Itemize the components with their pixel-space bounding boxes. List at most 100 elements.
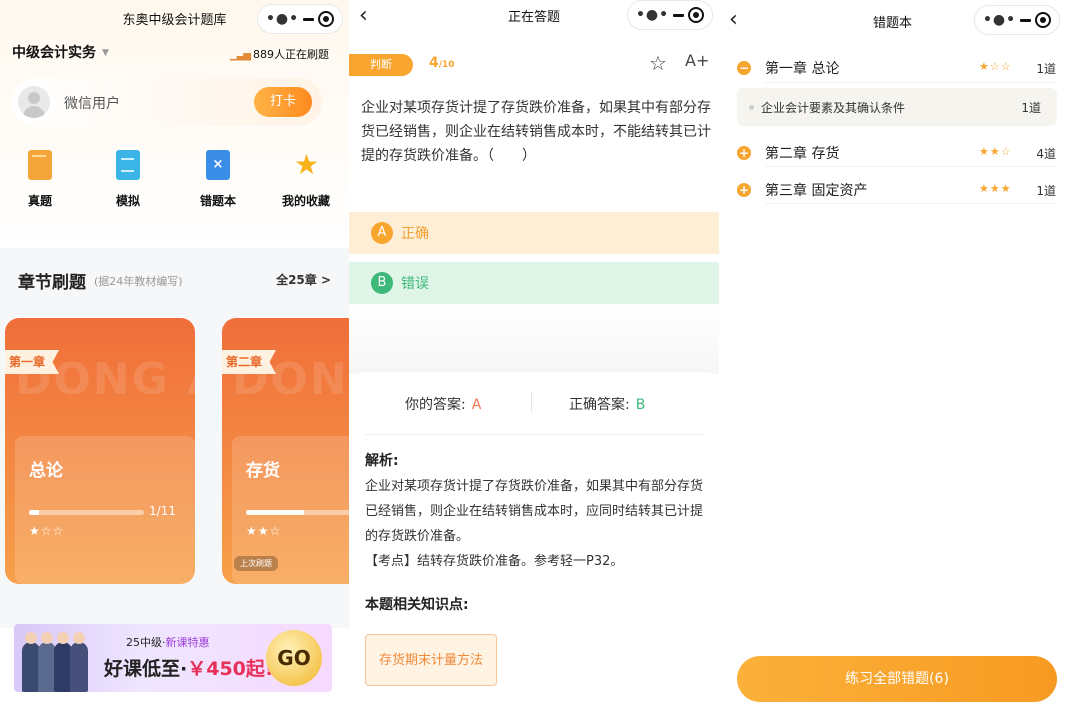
quick-action-label: 真题 xyxy=(27,194,52,208)
chapter-card[interactable]: DONG AO DONG 第一章 总论 1/11 ★☆☆ xyxy=(5,318,195,584)
question-counter: 4/10 xyxy=(429,55,455,71)
more-icon[interactable]: •●• xyxy=(266,12,299,26)
difficulty-stars: ★★★ xyxy=(979,182,1012,195)
checkin-button[interactable]: 打卡 xyxy=(254,87,312,117)
collapse-icon[interactable]: − xyxy=(737,61,751,75)
progress-text: 1/11 xyxy=(149,504,176,518)
promo-banner[interactable]: 25中级·新课特惠 好课低至·￥450起! GO xyxy=(14,624,332,692)
chapter-name: 第三章 固定资产 xyxy=(765,183,868,199)
quick-action-mock[interactable]: 模拟 xyxy=(88,150,168,209)
answer-panel: 你的答案: A 正确答案: B 解析: 企业对某项存货计提了存货跌价准备，如果其中有… xyxy=(349,372,719,721)
chapter-tag: 第二章 xyxy=(222,350,277,374)
nav-bar: ‹ 正在答题 •●• xyxy=(349,0,719,38)
divider xyxy=(531,392,532,412)
chapter-name: 存货 xyxy=(246,461,280,481)
option-letter: A xyxy=(371,222,393,244)
online-count: ▁▃▅ 889人正在刷题 xyxy=(229,48,329,61)
bullet xyxy=(749,105,754,110)
expand-icon[interactable]: + xyxy=(737,183,751,197)
divider xyxy=(765,203,1058,204)
divider xyxy=(765,82,1058,83)
nav-bar: 东奥中级会计题库 •●• xyxy=(0,0,349,38)
section-title: 章节刷题 xyxy=(18,273,86,293)
nav-bar: ‹ 错题本 •●• xyxy=(719,0,1066,38)
banner-subtitle: 25中级·新课特惠 xyxy=(126,636,210,649)
question-text: 企业对某项存货计提了存货跌价准备，如果其中有部分存货已经销售，则企业在结转销售成… xyxy=(361,100,711,164)
knowledge-item[interactable]: 企业会计要素及其确认条件 1道 xyxy=(737,88,1057,126)
book-icon xyxy=(28,150,52,180)
more-icon[interactable]: •●• xyxy=(636,8,669,22)
question-type-tag: 判断 xyxy=(349,54,413,76)
your-answer: 你的答案: A xyxy=(405,397,482,413)
wrong-book-screen: ‹ 错题本 •●• − 第一章 总论 ★☆☆ 1道 企业会计要素及其确认条件 1… xyxy=(719,0,1066,721)
knowledge-title: 本题相关知识点: xyxy=(365,597,469,613)
progress-bar xyxy=(29,510,144,515)
subject-selector[interactable]: 中级会计实务 ▼ xyxy=(12,42,109,62)
progress-fill xyxy=(246,510,304,515)
subject-label: 中级会计实务 xyxy=(12,45,96,61)
more-icon[interactable]: •●• xyxy=(983,13,1016,27)
close-target-icon[interactable] xyxy=(318,11,334,27)
banner-headline: 好课低至·￥450起! xyxy=(104,658,274,680)
miniprogram-capsule: •●• xyxy=(627,0,713,30)
difficulty-stars: ★★☆ xyxy=(979,145,1012,158)
quick-action-real-exam[interactable]: 真题 xyxy=(0,150,80,209)
avatar[interactable] xyxy=(18,86,50,118)
all-chapters-link[interactable]: 全25章 > xyxy=(276,271,331,288)
quick-action-label: 错题本 xyxy=(199,194,236,208)
go-button[interactable]: GO xyxy=(266,630,322,686)
wrong-chapter-row[interactable]: + 第三章 固定资产 ★★★ 1道 xyxy=(719,178,1066,202)
caret-down-icon: ▼ xyxy=(102,48,109,58)
teachers-image xyxy=(22,630,88,692)
home-screen: 东奥中级会计题库 •●• 中级会计实务 ▼ ▁▃▅ 889人正在刷题 微信用户 打卡… xyxy=(0,0,349,721)
answer-row: 你的答案: A 正确答案: B xyxy=(349,394,719,414)
divider xyxy=(365,434,703,435)
chapter-name: 第二章 存货 xyxy=(765,146,840,162)
option-a[interactable]: A 正确 xyxy=(349,212,719,254)
chapter-name: 第一章 总论 xyxy=(765,61,840,77)
font-size-button[interactable]: A+ xyxy=(685,51,709,70)
option-letter: B xyxy=(371,272,393,294)
chapter-card[interactable]: DONG AO DONG 第二章 存货 ★★☆ 上次刷题 xyxy=(222,318,349,584)
close-target-icon[interactable] xyxy=(688,7,704,23)
correct-answer: 正确答案: B xyxy=(569,397,646,413)
knowledge-point-tag[interactable]: 存货期末计量方法 xyxy=(365,634,497,686)
quick-action-label: 模拟 xyxy=(115,194,140,208)
divider-shade xyxy=(349,304,719,374)
close-target-icon[interactable] xyxy=(1035,12,1051,28)
minimize-icon[interactable] xyxy=(1020,18,1032,22)
quick-action-error-book[interactable]: × 错题本 xyxy=(178,150,258,209)
analysis-note: 【考点】结转存货跌价准备。参考轻一P32。 xyxy=(365,554,624,569)
wrong-count: 1道 xyxy=(1036,184,1056,198)
username: 微信用户 xyxy=(64,96,120,112)
analysis-title: 解析: xyxy=(365,453,399,469)
favorite-star-icon[interactable]: ☆ xyxy=(649,51,667,75)
bar-chart-icon: ▁▃▅ xyxy=(229,50,251,61)
error-book-icon: × xyxy=(206,150,230,180)
last-practice-badge: 上次刷题 xyxy=(234,556,278,571)
minimize-icon[interactable] xyxy=(673,13,685,17)
wrong-chapter-row[interactable]: + 第二章 存货 ★★☆ 4道 xyxy=(719,141,1066,165)
minimize-icon[interactable] xyxy=(303,17,315,21)
section-subtitle: (据24年教材编写) xyxy=(94,275,183,288)
chapter-tag: 第一章 xyxy=(5,350,60,374)
difficulty-stars: ★★☆ xyxy=(246,524,282,538)
expand-icon[interactable]: + xyxy=(737,146,751,160)
chapter-name: 总论 xyxy=(29,461,63,481)
quick-action-favorites[interactable]: ★ 我的收藏 xyxy=(266,150,346,209)
practice-all-button[interactable]: 练习全部错题(6) xyxy=(737,656,1057,702)
option-text: 正确 xyxy=(401,226,429,242)
miniprogram-capsule: •●• xyxy=(257,4,343,34)
user-card: 微信用户 打卡 xyxy=(12,78,322,126)
knowledge-name: 企业会计要素及其确认条件 xyxy=(761,101,906,115)
answer-screen: ‹ 正在答题 •●• 判断 4/10 ☆ A+ 企业对某项存货计提了存货跌价准备… xyxy=(349,0,719,721)
analysis-text: 企业对某项存货计提了存货跌价准备，如果其中有部分存货已经销售，则企业在结转销售成… xyxy=(365,479,704,544)
wrong-count: 1道 xyxy=(1036,62,1056,76)
option-text: 错误 xyxy=(401,276,429,292)
miniprogram-capsule: •●• xyxy=(974,5,1060,35)
wrong-chapter-row[interactable]: − 第一章 总论 ★☆☆ 1道 xyxy=(719,56,1066,80)
progress-bar xyxy=(246,510,349,515)
difficulty-stars: ★☆☆ xyxy=(979,60,1012,73)
option-b[interactable]: B 错误 xyxy=(349,262,719,304)
wrong-count: 4道 xyxy=(1036,147,1056,161)
